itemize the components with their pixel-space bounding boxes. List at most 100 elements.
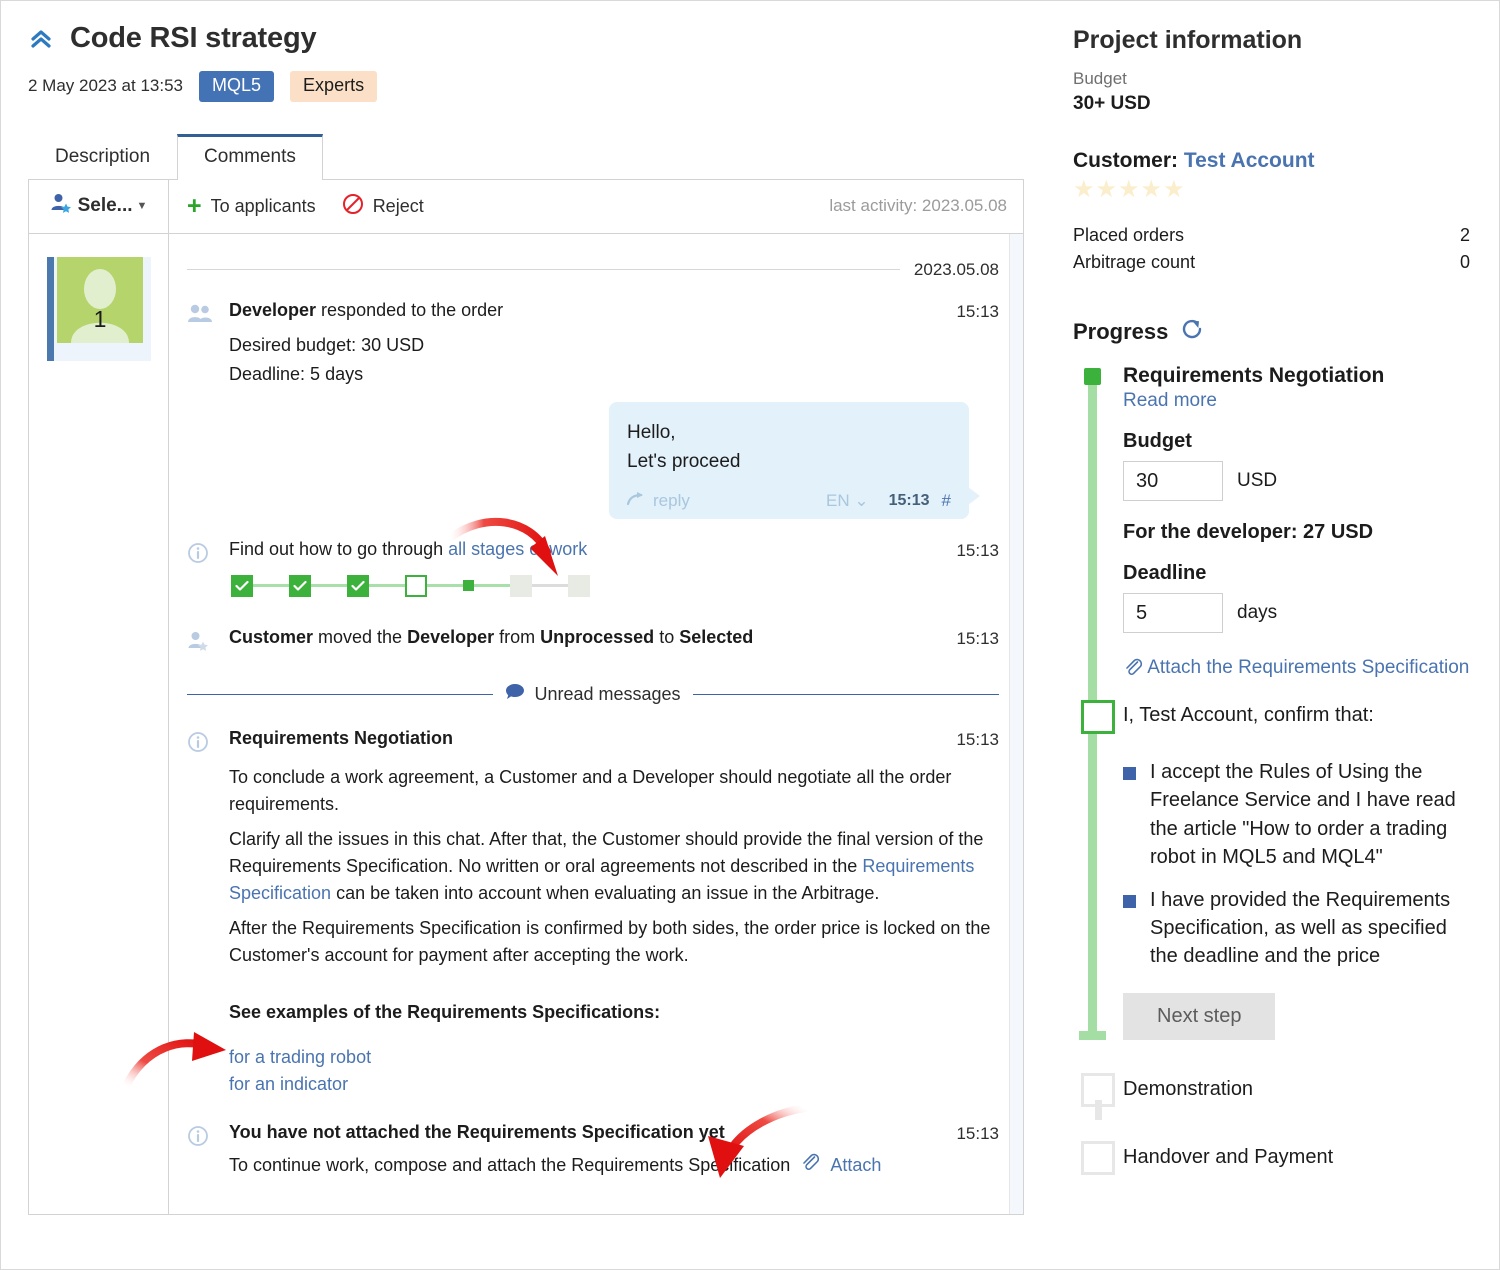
stage-todo-1 [510,575,532,597]
negotiation-para2-b: can be taken into account when evaluatin… [331,883,879,903]
next-step-button[interactable]: Next step [1123,993,1275,1040]
stage-connector [427,584,463,587]
tab-comments[interactable]: Comments [177,134,323,180]
applicant-card[interactable]: 1 [47,257,151,361]
message-detail-deadline: Deadline: 5 days [229,361,999,388]
message-time: 15:13 [956,728,999,750]
read-more-link[interactable]: Read more [1123,390,1217,412]
budget-field-row: USD [1123,461,1470,501]
message-moved-developer: Customer moved the Developer from Unproc… [187,627,999,657]
reject-button[interactable]: Reject [342,193,424,220]
date-separator: 2023.05.08 [187,260,999,280]
negotiation-para-3: After the Requirements Specification is … [229,915,999,969]
reply-arrow-icon [627,491,645,511]
for-developer-text: For the developer: 27 USD [1123,521,1470,544]
bubble-line-1: Hello, [627,418,951,447]
deadline-input[interactable] [1123,593,1223,633]
moved-p4: from [494,627,540,647]
order-header: Code RSI strategy [28,22,1047,55]
tab-description[interactable]: Description [28,134,177,180]
not-attached-subtitle-row: To continue work, compose and attach the… [229,1152,999,1180]
example-link-trading-robot[interactable]: for a trading robot [229,1044,999,1071]
stage-connector [369,584,405,587]
attach-link[interactable]: Attach [830,1152,881,1179]
tabs: Description Comments [28,128,1024,180]
confirm-bullet-text: I accept the Rules of Using the Freelanc… [1150,758,1470,872]
chevron-down-icon: ⌄ [854,491,868,510]
chat-scrollbar[interactable] [1009,234,1023,1214]
ban-icon [342,193,364,220]
confirm-bullets: I accept the Rules of Using the Freelanc… [1123,758,1470,971]
chat-toolbar: + To applicants Reject last activity: 20… [169,180,1023,234]
timeline-current-dot [1084,368,1101,385]
attach-requirements-label: Attach the Requirements Specification [1147,657,1469,678]
message-developer-responded: Developer responded to the order 15:13 D… [187,300,999,388]
order-meta: 2 May 2023 at 13:53 MQL5 Experts [28,71,1047,102]
two-people-icon [187,300,215,388]
plus-icon: + [187,196,202,216]
message-time: 15:13 [956,539,999,561]
message-time: 15:13 [956,300,999,322]
to-applicants-button[interactable]: + To applicants [187,196,316,217]
bubble-line-2: Let's proceed [627,447,951,476]
step-connector [1095,1100,1102,1120]
step-demonstration[interactable]: Demonstration [1123,1066,1470,1114]
step-label: Demonstration [1123,1078,1253,1101]
step-handover-and-payment[interactable]: Handover and Payment [1123,1134,1470,1182]
date-separator-label: 2023.05.08 [914,260,999,280]
moved-p6: to [654,627,679,647]
example-link-indicator[interactable]: for an indicator [229,1071,999,1098]
confirm-checkbox[interactable] [1081,700,1115,734]
info-icon [187,728,215,1098]
attach-requirements-link[interactable]: Attach the Requirements Specification [1123,655,1470,682]
stage-dot [463,580,474,591]
user-star-icon [50,192,72,220]
paperclip-icon [800,1152,820,1180]
page-title: Code RSI strategy [70,22,316,55]
language-selector[interactable]: EN ⌄ [826,491,869,511]
chat-bubble: Hello, Let's proceed [609,402,969,519]
info-icon [187,539,215,601]
bullet-square-icon [1123,767,1136,780]
progress-timeline: Requirements Negotiation Read more Budge… [1073,364,1470,1039]
negotiation-title: Requirements Negotiation [229,728,942,750]
budget-input[interactable] [1123,461,1223,501]
budget-unit: USD [1237,470,1277,492]
confirm-bullet: I have provided the Requirements Specifi… [1123,886,1470,971]
applicants-column: Sele... ▼ 1 [29,180,169,1214]
applicants-list: 1 [29,234,168,361]
moved-p2: moved the [313,627,407,647]
later-steps: Demonstration Handover and Payment [1073,1066,1470,1182]
main-panel: Code RSI strategy 2 May 2023 at 13:53 MQ… [0,0,1047,1270]
applicants-filter-dropdown[interactable]: Sele... ▼ [29,180,168,234]
bubble-permalink[interactable]: # [942,491,951,511]
deadline-field-row: days [1123,593,1470,633]
chevron-double-up-icon[interactable] [28,26,54,52]
last-activity: last activity: 2023.05.08 [829,196,1007,216]
message-time: 15:13 [956,627,999,649]
bullet-square-icon [1123,895,1136,908]
all-stages-of-work-link[interactable]: all stages of work [448,539,587,559]
unread-messages-divider: Unread messages [187,683,999,706]
user-star-icon [187,627,215,657]
reply-label: reply [653,491,690,511]
confirm-bullet: I accept the Rules of Using the Freelanc… [1123,758,1470,872]
stage-current [405,575,427,597]
avatar: 1 [57,257,143,343]
moved-p3: Developer [407,627,494,647]
moved-p5: Unprocessed [540,627,654,647]
applicants-filter-label: Sele... [78,195,133,217]
current-step-title: Requirements Negotiation [1123,364,1470,388]
not-attached-title: You have not attached the Requirements S… [229,1122,942,1144]
to-applicants-label: To applicants [211,196,316,217]
badge-mql5[interactable]: MQL5 [199,71,274,102]
badge-experts[interactable]: Experts [290,71,377,102]
paperclip-icon [1123,657,1147,678]
reply-button[interactable]: reply [627,491,690,511]
divider-line [693,694,999,695]
message-author: Developer [229,300,316,320]
stage-connector [311,584,347,587]
chat-column: + To applicants Reject last activity: 20… [169,180,1023,1214]
stage-connector [253,584,289,587]
step-checkbox [1081,1141,1115,1175]
